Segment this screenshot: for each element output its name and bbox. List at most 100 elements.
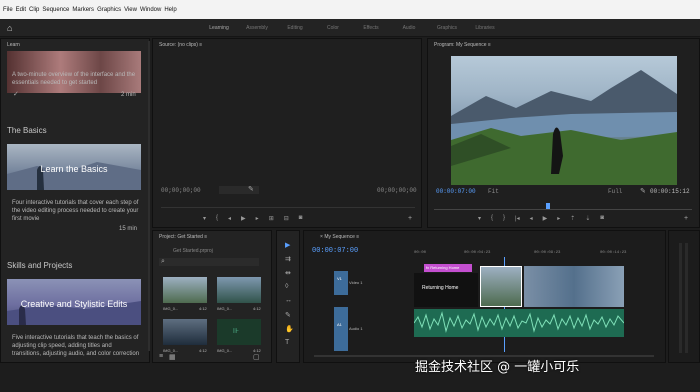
project-item-2[interactable] bbox=[217, 277, 261, 303]
project-item-1-duration: 4:12 bbox=[199, 306, 207, 311]
ruler-label-1: 00:00:04:23 bbox=[464, 251, 491, 255]
card-creative-edits[interactable]: Creative and Stylistic Edits bbox=[7, 279, 141, 325]
tab-learning[interactable]: Learning bbox=[200, 25, 238, 31]
tab-graphics[interactable]: Graphics bbox=[428, 25, 466, 31]
search-icon: ⌕ bbox=[161, 258, 165, 265]
menu-edit[interactable]: Edit bbox=[16, 7, 26, 13]
export-frame-icon[interactable]: ◙ bbox=[299, 215, 303, 222]
marker-icon[interactable]: ▾ bbox=[478, 215, 481, 222]
home-icon[interactable]: ⌂ bbox=[7, 23, 17, 33]
step-back-icon[interactable]: ◂ bbox=[530, 215, 533, 222]
add-button-icon[interactable]: + bbox=[408, 215, 412, 222]
program-scrubber[interactable] bbox=[434, 209, 692, 210]
go-to-in-icon[interactable]: |◂ bbox=[515, 215, 520, 222]
ripple-edit-icon[interactable]: ⇹ bbox=[285, 269, 291, 277]
section-the-basics: The Basics bbox=[7, 126, 47, 135]
step-forward-icon[interactable]: ▸ bbox=[557, 215, 560, 222]
card1-duration: 15 min bbox=[119, 226, 138, 232]
hand-icon[interactable]: ✋ bbox=[285, 325, 294, 333]
card2-title: Creative and Stylistic Edits bbox=[20, 299, 128, 309]
ruler-label-2: 00:00:09:23 bbox=[534, 251, 561, 255]
timeline-panel: × My Sequence ≡ 00:00:07:00 00:00 00:00:… bbox=[303, 230, 666, 363]
tab-audio[interactable]: Audio bbox=[390, 25, 428, 31]
audio-clip[interactable] bbox=[414, 309, 624, 337]
play-icon[interactable]: ▶ bbox=[543, 215, 548, 222]
audio-waveform bbox=[414, 311, 624, 333]
playhead-marker[interactable] bbox=[546, 203, 550, 209]
project-item-3[interactable] bbox=[163, 319, 207, 345]
checkmark-icon: ✓ bbox=[13, 91, 19, 98]
menu-file[interactable]: File bbox=[3, 7, 13, 13]
project-file: Get Started.prproj bbox=[173, 248, 213, 254]
mark-out-icon[interactable]: { bbox=[216, 215, 218, 222]
program-title: Program: My Sequence ≡ bbox=[434, 42, 491, 48]
slip-icon[interactable]: ↔ bbox=[285, 297, 292, 304]
audio-waveform-icon: ⊪ bbox=[233, 328, 240, 335]
menu-clip[interactable]: Clip bbox=[29, 7, 39, 13]
intro-text: A two-minute overview of the interface a… bbox=[12, 72, 136, 86]
meter-bar-right bbox=[685, 243, 688, 353]
ruler-label-3: 00:00:14:23 bbox=[600, 251, 627, 255]
insert-icon[interactable]: ⊞ bbox=[269, 215, 274, 222]
a1-track-header[interactable] bbox=[334, 307, 348, 351]
mark-out-icon[interactable]: } bbox=[503, 215, 505, 222]
tab-libraries[interactable]: Libraries bbox=[466, 25, 504, 31]
wrench-icon[interactable]: ✎ bbox=[248, 185, 254, 193]
video-clip-1[interactable] bbox=[480, 266, 522, 307]
play-icon[interactable]: ▶ bbox=[241, 215, 246, 222]
menu-help[interactable]: Help bbox=[164, 7, 176, 13]
quality-dropdown[interactable]: Full bbox=[608, 188, 622, 195]
project-panel: Project: Get Started ≡ Get Started.prpro… bbox=[152, 230, 272, 363]
a1-label: A1 bbox=[337, 322, 342, 327]
meter-bar-left bbox=[679, 243, 682, 353]
source-scrubber[interactable] bbox=[161, 207, 415, 208]
source-monitor: Source: (no clips) ≡ 00;00;00;00 00;00;0… bbox=[152, 38, 422, 228]
step-forward-icon[interactable]: ▸ bbox=[256, 215, 259, 222]
mark-in-icon[interactable]: ▾ bbox=[203, 215, 206, 222]
card2-description: Five interactive tutorials that teach th… bbox=[12, 335, 140, 357]
icon-view-icon[interactable]: ▦ bbox=[169, 353, 176, 361]
title-video-clip[interactable]: Returning Home bbox=[414, 273, 478, 307]
camera-icon[interactable]: ◙ bbox=[600, 215, 604, 222]
menu-window[interactable]: Window bbox=[140, 7, 161, 13]
add-button-icon[interactable]: + bbox=[684, 215, 688, 222]
tab-effects[interactable]: Effects bbox=[352, 25, 390, 31]
project-search-input[interactable]: ⌕ bbox=[159, 258, 259, 266]
program-monitor: Program: My Sequence ≡ 00:00:07:00 Fit F… bbox=[427, 38, 700, 228]
razor-icon[interactable]: ◊ bbox=[285, 283, 288, 290]
card-learn-the-basics[interactable]: Learn the Basics bbox=[7, 144, 141, 190]
watermark: 掘金技术社区 @ 一罐小可乐 bbox=[415, 360, 580, 375]
intro-duration: 2 min bbox=[121, 92, 136, 98]
tab-color[interactable]: Color bbox=[314, 25, 352, 31]
pen-icon[interactable]: ✎ bbox=[285, 311, 291, 319]
step-back-icon[interactable]: ◂ bbox=[228, 215, 231, 222]
program-timecode-left: 00:00:07:00 bbox=[436, 188, 476, 195]
wrench-icon[interactable]: ✎ bbox=[640, 187, 646, 195]
fit-dropdown[interactable]: Fit bbox=[488, 188, 499, 195]
menu-sequence[interactable]: Sequence bbox=[42, 7, 69, 13]
tab-assembly[interactable]: Assembly bbox=[238, 25, 276, 31]
project-item-1[interactable] bbox=[163, 277, 207, 303]
v1-label: V1 bbox=[337, 276, 342, 281]
title-clip[interactable]: fx Returning Home bbox=[424, 264, 472, 272]
video-clip-2[interactable] bbox=[524, 266, 624, 307]
tab-editing[interactable]: Editing bbox=[276, 25, 314, 31]
type-icon[interactable]: T bbox=[285, 339, 289, 346]
ruler-label-0: 00:00 bbox=[414, 251, 427, 255]
new-item-icon[interactable]: ▢ bbox=[253, 353, 260, 361]
lift-icon[interactable]: ⇡ bbox=[570, 215, 575, 222]
section-skills-and-projects: Skills and Projects bbox=[7, 261, 73, 270]
menu-graphics[interactable]: Graphics bbox=[97, 7, 121, 13]
selection-tool-icon[interactable]: ▶ bbox=[285, 241, 290, 249]
source-timecode-left: 00;00;00;00 bbox=[161, 187, 201, 194]
project-item-4[interactable]: ⊪ bbox=[217, 319, 261, 345]
overwrite-icon[interactable]: ⊟ bbox=[284, 215, 289, 222]
extract-icon[interactable]: ⇣ bbox=[585, 215, 590, 222]
video-track-name: Video 1 bbox=[349, 280, 363, 285]
menu-markers[interactable]: Markers bbox=[72, 7, 94, 13]
learn-scrollbar[interactable] bbox=[148, 41, 150, 351]
track-select-icon[interactable]: ⇉ bbox=[285, 255, 291, 263]
mark-in-icon[interactable]: { bbox=[491, 215, 493, 222]
menu-view[interactable]: View bbox=[124, 7, 137, 13]
list-view-icon[interactable]: ≡ bbox=[159, 353, 163, 360]
